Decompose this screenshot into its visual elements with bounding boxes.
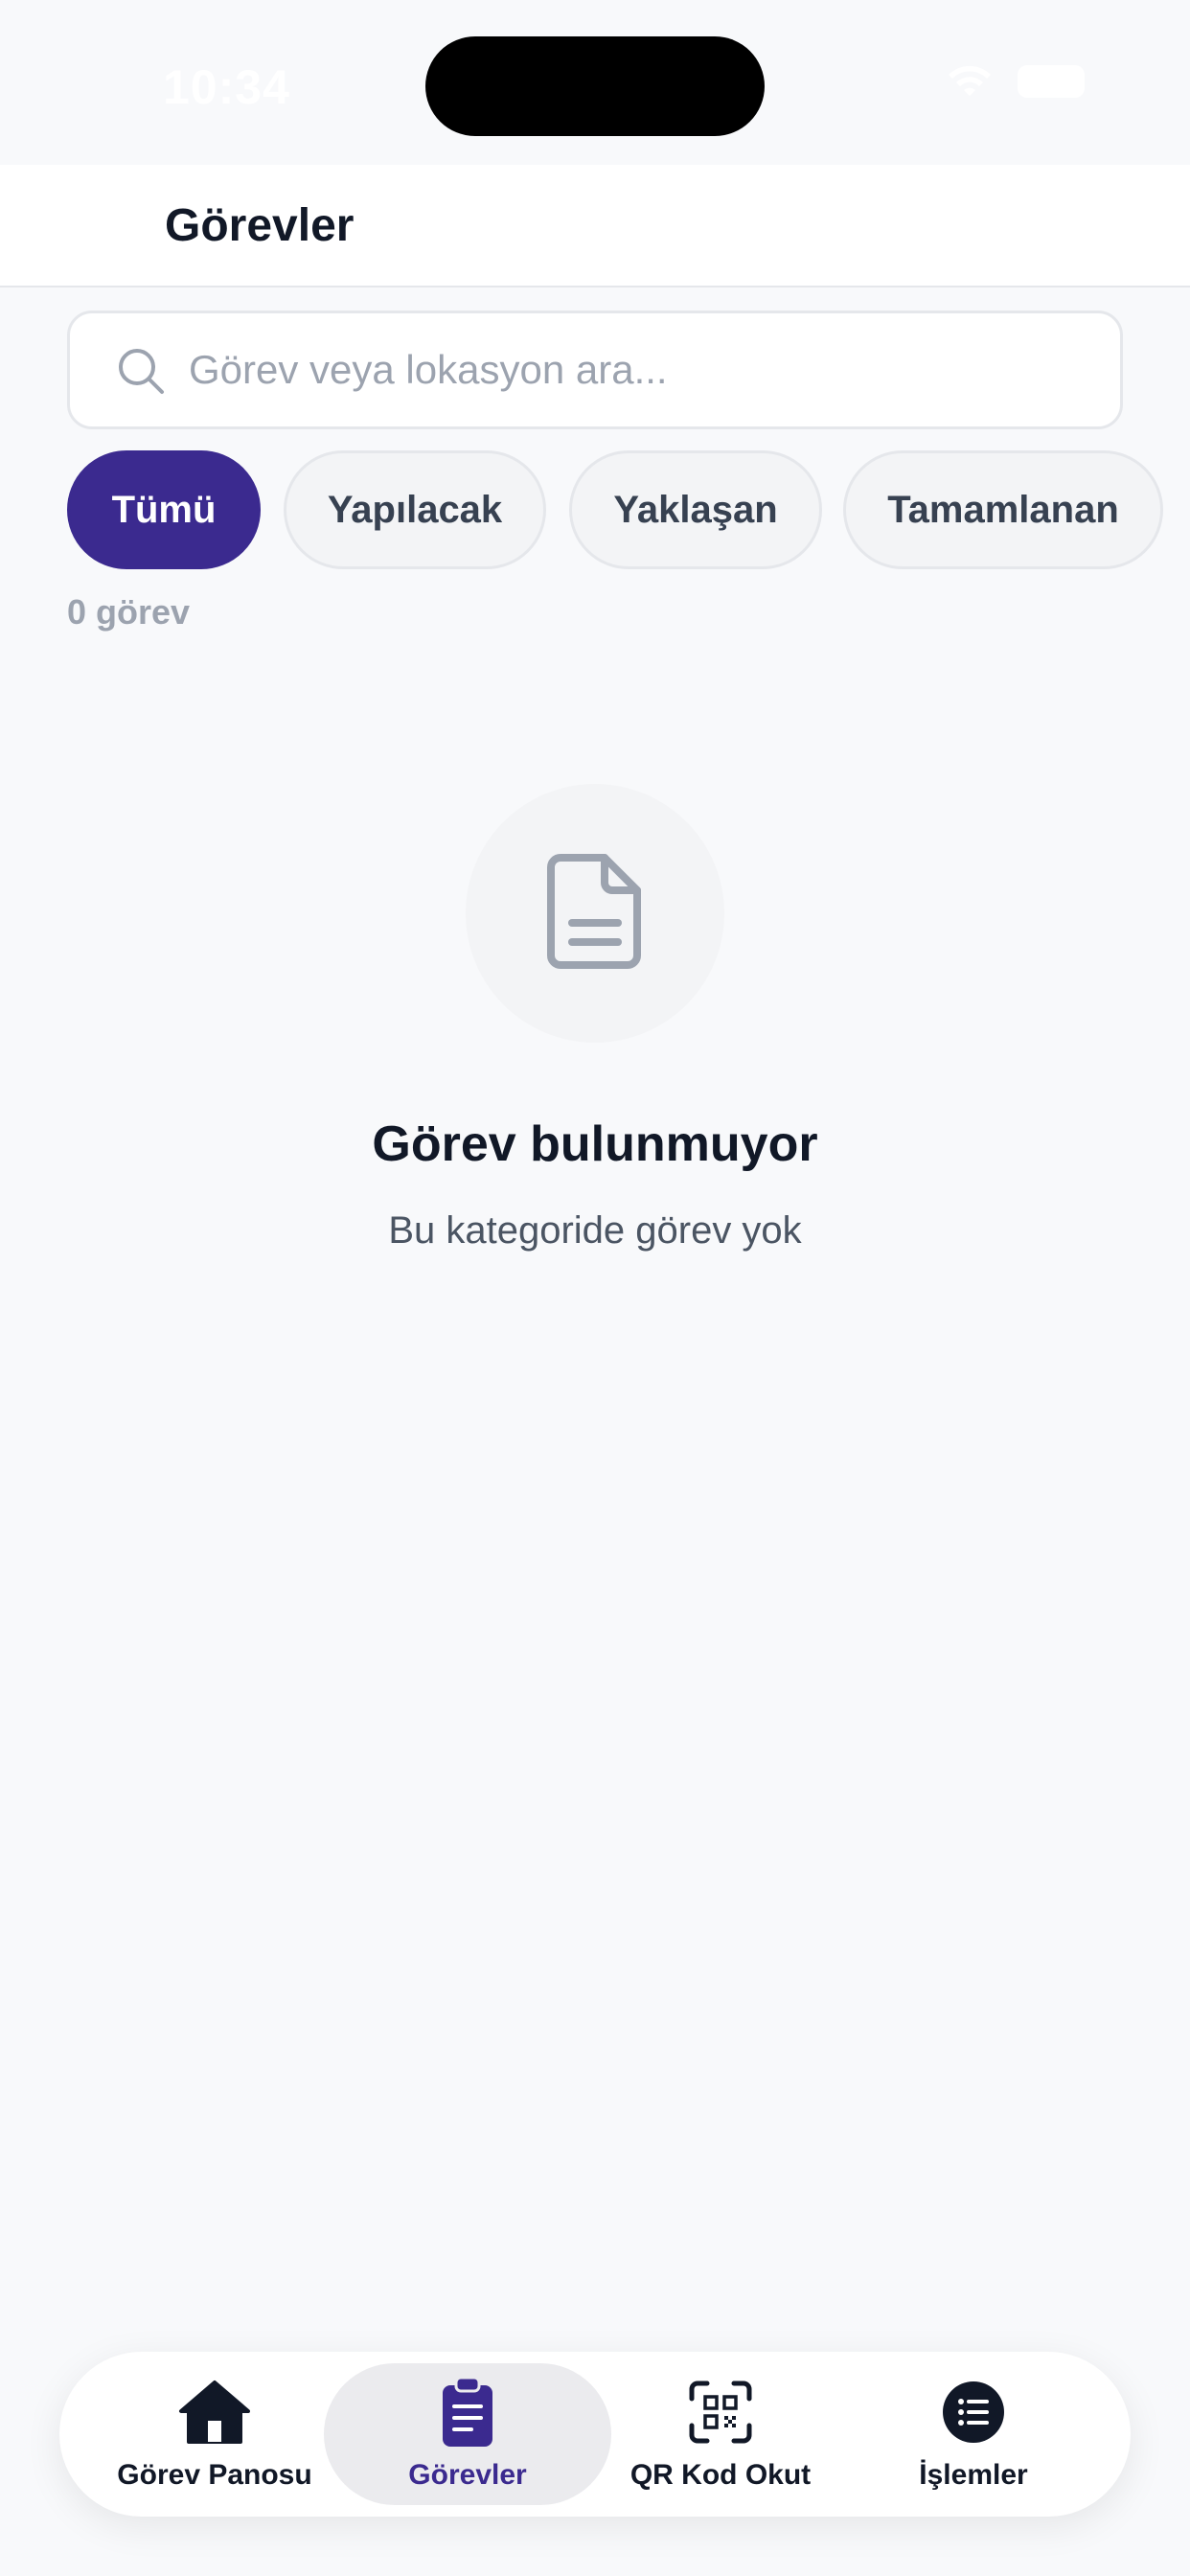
header: Görevler <box>0 165 1190 288</box>
tasks-screen: 10:34 Görevler Tümü Yapı <box>0 0 1190 2576</box>
status-icons <box>945 63 1085 100</box>
empty-state-subtitle: Bu kategoride görev yok <box>388 1209 802 1252</box>
filter-chips: Tümü Yapılacak Yaklaşan Tamamlanan <box>67 450 1190 569</box>
tab-tasks[interactable]: Görevler <box>324 2363 611 2505</box>
tab-label: QR Kod Okut <box>629 2459 812 2491</box>
tab-label: Görevler <box>408 2459 527 2491</box>
wifi-icon <box>945 63 995 100</box>
battery-icon <box>1018 65 1085 98</box>
document-icon <box>547 852 643 976</box>
clipboard-icon <box>439 2376 496 2448</box>
dynamic-island <box>425 36 765 136</box>
task-count: 0 görev <box>67 592 191 632</box>
status-time: 10:34 <box>163 60 290 114</box>
search-box[interactable] <box>67 310 1123 429</box>
search-input[interactable] <box>189 313 1089 426</box>
filter-chip-upcoming[interactable]: Yaklaşan <box>569 450 822 569</box>
tab-qr-scan[interactable]: QR Kod Okut <box>577 2363 864 2505</box>
filter-chip-todo[interactable]: Yapılacak <box>284 450 546 569</box>
tab-task-board[interactable]: Görev Panosu <box>71 2363 358 2505</box>
bottom-tab-bar: Görev Panosu Görevler QR Kod Okut İşleml… <box>59 2352 1131 2517</box>
status-bar: 10:34 <box>0 0 1190 165</box>
qr-scan-icon <box>688 2377 753 2448</box>
empty-state-icon-circle <box>466 784 724 1043</box>
list-icon <box>941 2377 1006 2448</box>
search-icon <box>116 346 166 401</box>
home-icon <box>177 2377 252 2448</box>
tab-operations[interactable]: İşlemler <box>830 2363 1117 2505</box>
empty-state-title: Görev bulunmuyor <box>372 1116 818 1172</box>
tab-label: Görev Panosu <box>117 2459 312 2491</box>
filter-chip-completed[interactable]: Tamamlanan <box>843 450 1163 569</box>
page-title: Görevler <box>165 200 355 251</box>
tab-label: İşlemler <box>919 2459 1028 2491</box>
filter-chip-all[interactable]: Tümü <box>67 450 261 569</box>
